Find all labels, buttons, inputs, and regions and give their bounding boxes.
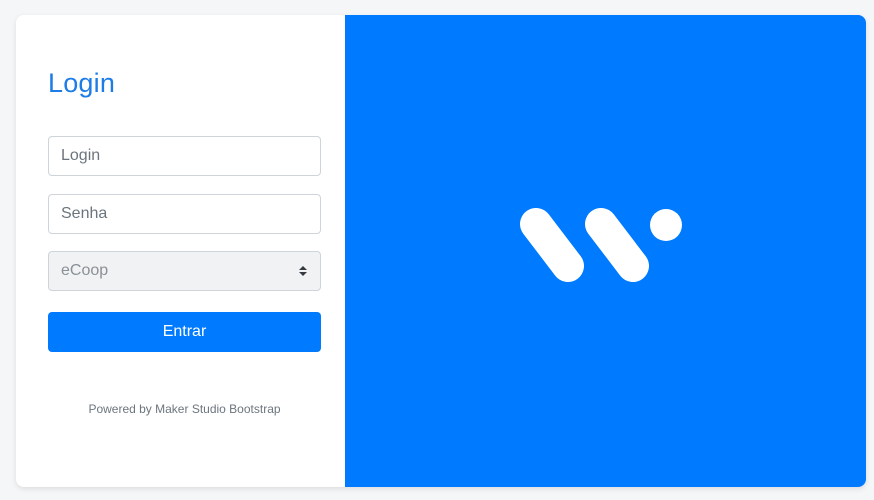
login-input[interactable] [48, 136, 321, 176]
page-title: Login [48, 68, 116, 98]
submit-button[interactable]: Entrar [48, 312, 321, 352]
brand-logo-icon [520, 208, 682, 282]
login-card: Login eCoop Entrar Powered by Maker Stud… [16, 15, 866, 487]
cooperative-select[interactable]: eCoop [48, 251, 321, 291]
login-panel: Login eCoop Entrar Powered by Maker Stud… [16, 15, 345, 487]
brand-panel [345, 15, 866, 487]
footer-text: Powered by Maker Studio Bootstrap [88, 402, 281, 416]
password-input[interactable] [48, 194, 321, 234]
select-arrows-icon [298, 266, 308, 276]
cooperative-select-value: eCoop [61, 262, 109, 279]
